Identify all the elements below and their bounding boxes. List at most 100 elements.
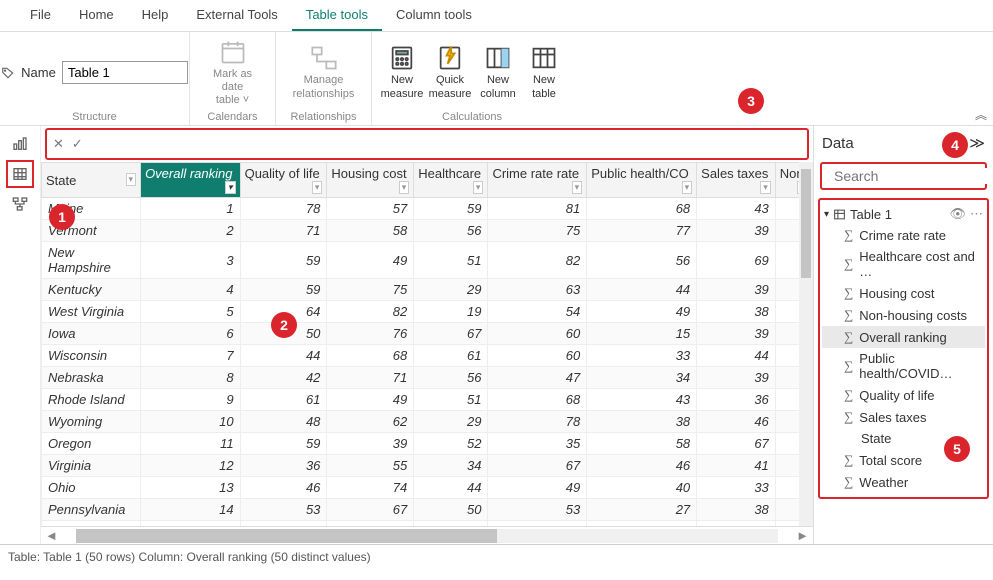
cell[interactable]: 10 (141, 411, 241, 433)
field-item[interactable]: ∑Sales taxes (822, 406, 985, 428)
cell[interactable]: 54 (488, 301, 587, 323)
cell[interactable]: 42 (240, 367, 327, 389)
cell[interactable]: 47 (488, 367, 587, 389)
cell[interactable]: 78 (240, 198, 327, 220)
fields-table-header[interactable]: ▾ Table 1 👁 ⋯ (822, 204, 985, 224)
column-header[interactable]: Sales taxes▾ (697, 163, 776, 198)
cell[interactable]: 27 (587, 499, 697, 521)
cell[interactable]: 45 (587, 521, 697, 527)
collapse-data-pane-icon[interactable]: ≫ (969, 134, 985, 152)
column-filter-caret[interactable]: ▾ (572, 181, 583, 194)
cell[interactable]: 8 (141, 367, 241, 389)
cell[interactable]: 38 (587, 411, 697, 433)
table-row[interactable]: Iowa6507667601539 (42, 323, 813, 345)
table-name-input[interactable] (62, 61, 188, 84)
cell[interactable]: 33 (587, 345, 697, 367)
quick-measure-button[interactable]: Quickmeasure (426, 44, 474, 100)
more-options-icon[interactable]: ⋯ (970, 206, 983, 222)
cell[interactable]: 13 (141, 477, 241, 499)
cell[interactable]: Wyoming (42, 411, 141, 433)
data-grid-scroll[interactable]: State▾Overall ranking▾Quality of life▾Ho… (41, 162, 813, 526)
menu-item-external-tools[interactable]: External Tools (182, 0, 291, 31)
cell[interactable]: 58 (587, 433, 697, 455)
cell[interactable]: 75 (327, 279, 414, 301)
cell[interactable]: 71 (327, 367, 414, 389)
cell[interactable]: Nebraska (42, 367, 141, 389)
cell[interactable]: 56 (587, 242, 697, 279)
cell[interactable]: 5 (141, 301, 241, 323)
table-row[interactable]: West Virginia5648219544938 (42, 301, 813, 323)
table-row[interactable]: New Hampshire3594951825669 (42, 242, 813, 279)
cell[interactable]: 44 (240, 345, 327, 367)
mark-as-date-table-button[interactable]: Mark as date table ˅ (202, 38, 264, 108)
cell[interactable]: 44 (414, 477, 488, 499)
cell[interactable]: 82 (327, 301, 414, 323)
column-header[interactable]: Overall ranking▾ (141, 163, 241, 198)
cell[interactable]: 49 (327, 242, 414, 279)
cell[interactable]: 49 (488, 477, 587, 499)
visibility-icon[interactable]: 👁 (949, 206, 966, 222)
cell[interactable]: 53 (488, 499, 587, 521)
cell[interactable]: 55 (327, 455, 414, 477)
field-item[interactable]: ∑Housing cost (822, 282, 985, 304)
cell[interactable]: 29 (414, 411, 488, 433)
vertical-scrollbar[interactable] (799, 162, 813, 526)
model-view-icon[interactable] (12, 196, 28, 212)
cell[interactable]: 46 (240, 477, 327, 499)
table-row[interactable]: Nebraska8427156473439 (42, 367, 813, 389)
column-filter-caret[interactable]: ▾ (312, 181, 323, 194)
cell[interactable]: 39 (697, 367, 776, 389)
cell[interactable]: 63 (488, 279, 587, 301)
cell[interactable]: New Hampshire (42, 242, 141, 279)
cell[interactable]: 60 (488, 345, 587, 367)
column-header[interactable]: Crime rate rate▾ (488, 163, 587, 198)
column-header[interactable]: State▾ (42, 163, 141, 198)
cell[interactable]: 67 (488, 455, 587, 477)
cell[interactable]: 51 (414, 242, 488, 279)
cell[interactable]: 48 (240, 411, 327, 433)
cell[interactable]: 32 (240, 521, 327, 527)
cell[interactable]: 76 (327, 323, 414, 345)
column-filter-caret[interactable]: ▾ (473, 181, 484, 194)
cell[interactable]: 2 (141, 220, 241, 242)
cell[interactable]: 39 (697, 220, 776, 242)
manage-relationships-button[interactable]: Manage relationships (293, 44, 355, 100)
cell[interactable]: 51 (414, 389, 488, 411)
table-row[interactable]: Wyoming10486229783846 (42, 411, 813, 433)
cell[interactable]: 34 (587, 367, 697, 389)
column-filter-caret[interactable]: ▾ (682, 181, 693, 194)
column-header[interactable]: Housing cost▾ (327, 163, 414, 198)
commit-formula-icon[interactable]: ✓ (72, 136, 83, 152)
cell[interactable]: 44 (697, 345, 776, 367)
cell[interactable]: 68 (697, 521, 776, 527)
cell[interactable]: 40 (587, 477, 697, 499)
cell[interactable]: 67 (327, 499, 414, 521)
cell[interactable]: 43 (587, 389, 697, 411)
cell[interactable]: 75 (488, 220, 587, 242)
table-row[interactable]: Kentucky4597529634439 (42, 279, 813, 301)
table-row[interactable]: Virginia12365534674641 (42, 455, 813, 477)
cell[interactable]: 14 (141, 499, 241, 521)
cell[interactable]: 52 (414, 433, 488, 455)
cell[interactable]: 67 (414, 323, 488, 345)
cancel-formula-icon[interactable]: ✕ (53, 136, 64, 152)
cell[interactable]: 56 (414, 367, 488, 389)
cell[interactable]: 59 (240, 279, 327, 301)
ribbon-collapse-caret[interactable]: ︽ (975, 106, 987, 123)
menu-item-file[interactable]: File (16, 0, 65, 31)
new-column-button[interactable]: Newcolumn (474, 44, 522, 100)
cell[interactable]: 46 (697, 411, 776, 433)
fields-search-input[interactable] (834, 168, 993, 184)
cell[interactable]: 19 (414, 301, 488, 323)
table-row[interactable]: Ohio13467444494033 (42, 477, 813, 499)
cell[interactable]: 15 (141, 521, 241, 527)
field-item[interactable]: ∑Quality of life (822, 384, 985, 406)
horizontal-scrollbar[interactable]: ◄ ► (41, 526, 813, 544)
cell[interactable]: 41 (697, 455, 776, 477)
cell[interactable]: 43 (697, 198, 776, 220)
table-row[interactable]: Maine1785759816843 (42, 198, 813, 220)
cell[interactable]: 6 (141, 323, 241, 345)
cell[interactable]: 59 (240, 242, 327, 279)
column-filter-caret[interactable]: ▾ (225, 181, 236, 194)
cell[interactable]: 58 (327, 521, 414, 527)
